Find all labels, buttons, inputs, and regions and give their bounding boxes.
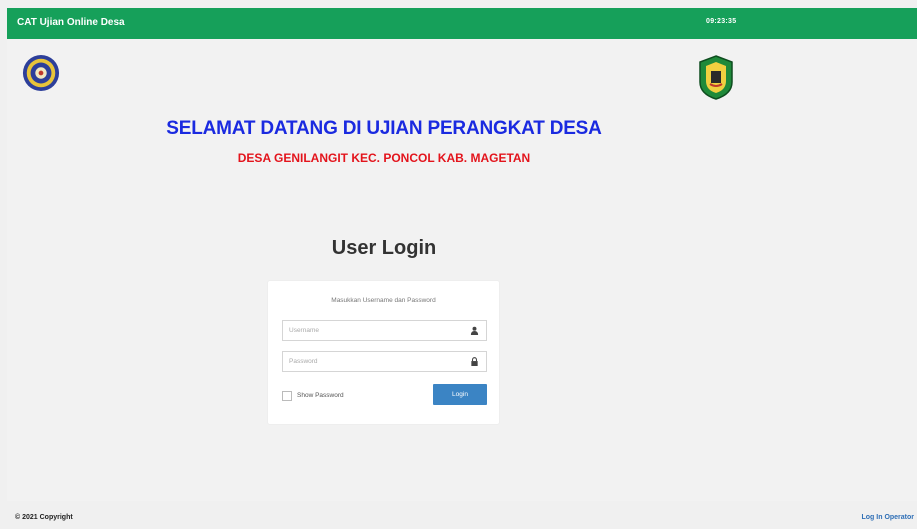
show-password-checkbox[interactable] bbox=[282, 391, 292, 401]
app-title: CAT Ujian Online Desa bbox=[17, 17, 125, 28]
login-title: User Login bbox=[331, 237, 437, 259]
login-button[interactable]: Login bbox=[433, 384, 487, 405]
lock-icon bbox=[471, 357, 478, 366]
copyright-text: © 2021 Copyright bbox=[15, 514, 73, 521]
password-input[interactable] bbox=[283, 352, 469, 371]
right-emblem-logo bbox=[699, 55, 733, 100]
operator-login-link[interactable]: Log In Operator bbox=[862, 514, 915, 521]
user-icon bbox=[470, 326, 479, 335]
welcome-title: SELAMAT DATANG DI UJIAN PERANGKAT DESA bbox=[166, 118, 602, 139]
main-content bbox=[7, 39, 917, 501]
password-field[interactable] bbox=[282, 351, 487, 372]
left-emblem-logo bbox=[22, 54, 60, 92]
top-bar: CAT Ujian Online Desa 09:23:35 bbox=[7, 8, 917, 39]
login-card: Masukkan Username dan Password Show Pass… bbox=[268, 281, 499, 424]
village-subtitle: DESA GENILANGIT KEC. PONCOL KAB. MAGETAN bbox=[237, 151, 531, 165]
username-field[interactable] bbox=[282, 320, 487, 341]
clock: 09:23:35 bbox=[706, 18, 737, 25]
login-hint: Masukkan Username dan Password bbox=[331, 297, 436, 304]
username-input[interactable] bbox=[283, 321, 469, 340]
show-password-label: Show Password bbox=[297, 392, 344, 399]
